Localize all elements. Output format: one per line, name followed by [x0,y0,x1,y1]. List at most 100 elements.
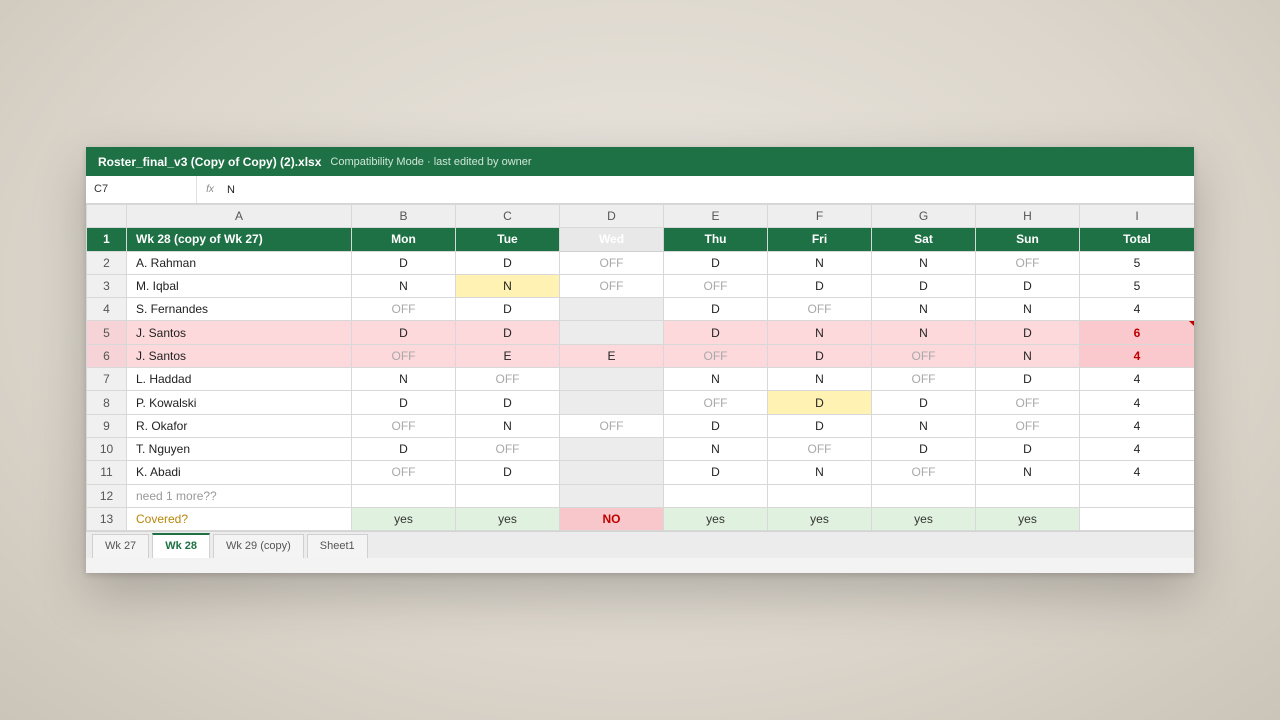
column-header-d[interactable]: D [559,203,664,229]
coverage-status-cell[interactable]: yes [663,506,768,532]
shift-cell[interactable] [559,320,664,345]
staff-name-cell[interactable]: T. Nguyen [126,436,352,462]
empty-cell[interactable] [871,483,976,508]
shift-cell[interactable]: N [351,273,456,299]
staff-name-cell[interactable]: P. Kowalski [126,390,352,415]
row-number[interactable]: 5 [86,320,127,345]
shift-cell[interactable]: OFF [975,413,1080,438]
sheet-tab[interactable]: Wk 27 [92,534,150,559]
row-number[interactable]: 4 [86,297,127,322]
column-header-i[interactable]: I [1079,203,1194,229]
shift-cell[interactable]: N [455,273,560,299]
column-header-b[interactable]: B [351,203,456,229]
shift-cell[interactable]: OFF [871,367,976,392]
shift-cell[interactable]: D [767,413,872,438]
total-cell[interactable]: 6 [1079,320,1194,345]
shift-cell[interactable]: OFF [351,413,456,438]
shift-cell[interactable]: D [455,250,560,275]
shift-cell[interactable]: D [455,297,560,322]
name-box[interactable]: C7 [86,176,197,203]
shift-cell[interactable]: OFF [351,343,456,369]
shift-cell[interactable]: OFF [871,460,976,485]
row-number[interactable]: 6 [86,343,127,369]
column-header-c[interactable]: C [455,203,560,229]
shift-cell[interactable]: D [975,436,1080,462]
staff-name-cell[interactable]: M. Iqbal [126,273,352,299]
shift-cell[interactable]: N [975,460,1080,485]
empty-cell[interactable] [559,483,664,508]
shift-cell[interactable]: D [351,390,456,415]
fx-icon[interactable]: fx [197,184,223,195]
total-cell[interactable]: 5 [1079,250,1194,275]
shift-cell[interactable]: D [455,460,560,485]
shift-cell[interactable]: D [767,343,872,369]
sheet-tab[interactable]: Wk 28 [152,533,210,559]
note-cell[interactable]: need 1 more?? [126,483,352,508]
row-number[interactable]: 7 [86,367,127,392]
shift-cell[interactable]: OFF [663,273,768,299]
shift-cell[interactable]: D [351,320,456,345]
shift-cell[interactable] [559,367,664,392]
staff-name-cell[interactable]: R. Okafor [126,413,352,438]
shift-cell[interactable]: OFF [975,390,1080,415]
shift-cell[interactable]: N [767,367,872,392]
shift-cell[interactable]: D [351,436,456,462]
total-cell[interactable]: 4 [1079,367,1194,392]
shift-cell[interactable]: D [663,413,768,438]
staff-name-cell[interactable]: L. Haddad [126,367,352,392]
coverage-status-cell[interactable]: yes [767,506,872,532]
staff-name-cell[interactable]: J. Santos [126,320,352,345]
day-header-sun[interactable]: Sun [975,227,1080,252]
shift-cell[interactable]: N [351,367,456,392]
empty-cell[interactable] [663,483,768,508]
shift-cell[interactable]: N [871,413,976,438]
shift-cell[interactable] [559,390,664,415]
shift-cell[interactable]: N [767,250,872,275]
row-number[interactable]: 2 [86,250,127,275]
shift-cell[interactable]: N [871,297,976,322]
day-header-wed[interactable]: Wed [559,227,664,252]
shift-cell[interactable]: D [663,297,768,322]
shift-cell[interactable]: D [351,250,456,275]
column-header-g[interactable]: G [871,203,976,229]
empty-cell[interactable] [975,483,1080,508]
row-number[interactable]: 10 [86,436,127,462]
total-cell[interactable]: 4 [1079,390,1194,415]
column-header-a[interactable]: A [126,203,352,229]
empty-cell[interactable] [1079,506,1194,532]
shift-cell[interactable]: OFF [767,436,872,462]
row-number[interactable]: 13 [86,506,127,532]
total-cell[interactable]: 4 [1079,460,1194,485]
shift-cell[interactable]: D [975,367,1080,392]
staff-name-cell[interactable]: J. Santos [126,343,352,369]
day-header-sat[interactable]: Sat [871,227,976,252]
select-all-corner[interactable] [86,203,127,229]
shift-cell[interactable]: D [663,460,768,485]
row-number[interactable]: 1 [86,227,127,252]
day-header-mon[interactable]: Mon [351,227,456,252]
shift-cell[interactable]: N [767,460,872,485]
shift-cell[interactable]: OFF [559,250,664,275]
shift-cell[interactable]: OFF [559,273,664,299]
total-cell[interactable]: 5 [1079,273,1194,299]
shift-cell[interactable]: OFF [767,297,872,322]
total-header[interactable]: Total [1079,227,1194,252]
empty-cell[interactable] [1079,483,1194,508]
coverage-status-cell[interactable]: yes [975,506,1080,532]
shift-cell[interactable]: D [975,320,1080,345]
shift-cell[interactable]: N [455,413,560,438]
shift-cell[interactable]: D [767,273,872,299]
shift-cell[interactable] [559,297,664,322]
covered-label-cell[interactable]: Covered? [126,506,352,532]
column-header-h[interactable]: H [975,203,1080,229]
shift-cell[interactable]: OFF [663,390,768,415]
row-number[interactable]: 12 [86,483,127,508]
shift-cell[interactable]: N [871,250,976,275]
shift-cell[interactable]: N [663,436,768,462]
column-header-e[interactable]: E [663,203,768,229]
row-number[interactable]: 8 [86,390,127,415]
shift-cell[interactable]: OFF [663,343,768,369]
staff-name-cell[interactable]: S. Fernandes [126,297,352,322]
day-header-thu[interactable]: Thu [663,227,768,252]
shift-cell[interactable]: D [871,390,976,415]
